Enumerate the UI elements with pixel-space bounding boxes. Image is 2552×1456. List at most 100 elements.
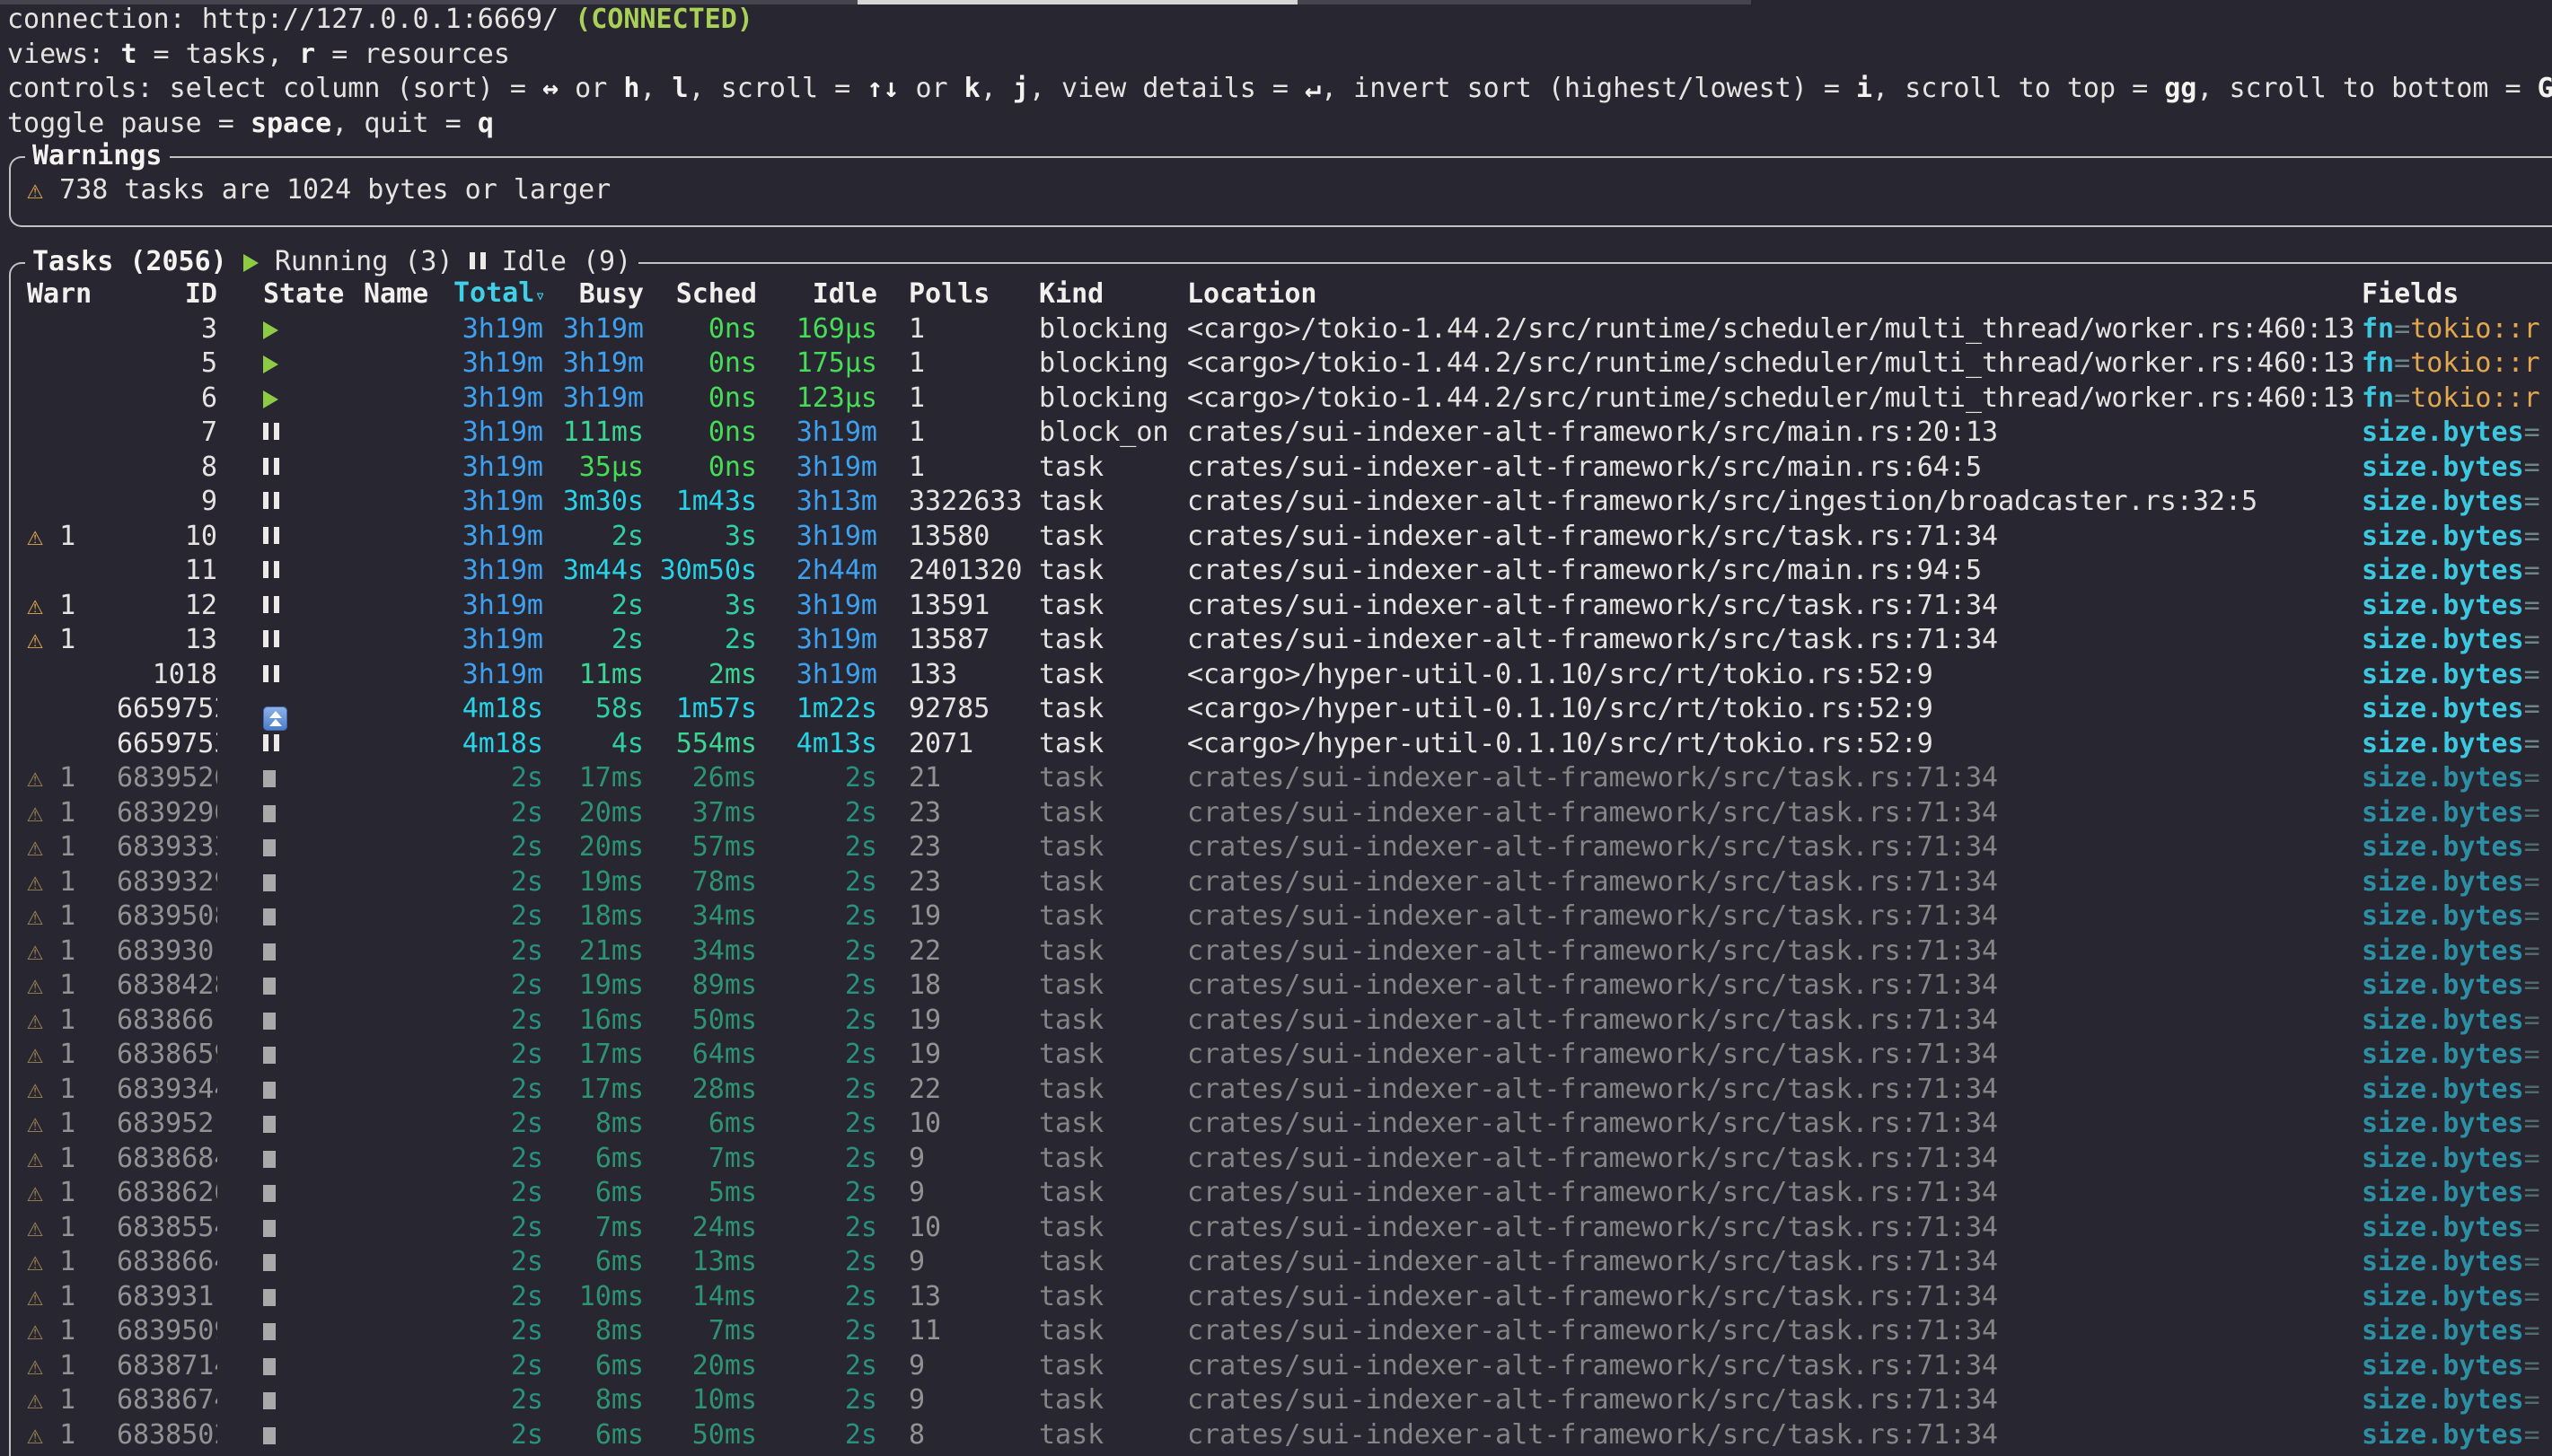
task-row[interactable]: ⚠ 168384282s19ms89ms2s18taskcrates/sui-i… bbox=[27, 969, 2552, 1004]
stop-square-icon bbox=[263, 943, 276, 960]
task-row[interactable]: 66597524m18s58s1m57s1m22s92785task<cargo… bbox=[27, 692, 2552, 727]
task-row[interactable]: ⚠ 1133h19m2s2s3h19m13587taskcrates/sui-i… bbox=[27, 623, 2552, 658]
cell-busy: 18ms bbox=[543, 899, 644, 934]
cell-sched: 57ms bbox=[644, 830, 757, 865]
cell-kind: task bbox=[1039, 658, 1187, 693]
duration-value: 3h19m bbox=[563, 313, 644, 345]
task-row[interactable]: 33h19m3h19m0ns169µs1blocking<cargo>/toki… bbox=[27, 312, 2552, 347]
play-icon bbox=[243, 254, 259, 272]
task-row[interactable]: 93h19m3m30s1m43s3h13m3322633taskcrates/s… bbox=[27, 485, 2552, 520]
text-segment: , scroll to bottom = bbox=[2196, 73, 2537, 104]
cell-sched: 26ms bbox=[644, 761, 757, 796]
cell-idle: 3h19m bbox=[757, 520, 877, 555]
warning-triangle-icon: ⚠ bbox=[27, 900, 59, 932]
task-row[interactable]: ⚠ 168386592s17ms64ms2s19taskcrates/sui-i… bbox=[27, 1038, 2552, 1073]
cell-total: 2s bbox=[453, 934, 543, 969]
cell-busy: 6ms bbox=[543, 1176, 644, 1211]
cell-polls: 2071 bbox=[877, 727, 1039, 762]
cell-busy: 16ms bbox=[543, 1004, 644, 1039]
cell-fields: size.bytes= bbox=[2362, 1314, 2552, 1349]
cell-id: 8 bbox=[117, 451, 217, 486]
task-row[interactable]: ⚠ 168386262s6ms5ms2s9taskcrates/sui-inde… bbox=[27, 1176, 2552, 1211]
task-row[interactable]: ⚠ 168392902s20ms37ms2s23taskcrates/sui-i… bbox=[27, 796, 2552, 831]
cell-id: 6838664 bbox=[117, 1245, 217, 1280]
field-value: tokio::r bbox=[2410, 313, 2540, 345]
duration-value: 4m18s bbox=[462, 693, 543, 724]
task-row[interactable]: ⚠ 168393292s19ms78ms2s23taskcrates/sui-i… bbox=[27, 865, 2552, 900]
column-header-name[interactable]: Name bbox=[364, 277, 453, 312]
cell-kind: task bbox=[1039, 1073, 1187, 1108]
task-row[interactable]: 113h19m3m44s30m50s2h44m2401320taskcrates… bbox=[27, 554, 2552, 589]
column-header-busy[interactable]: Busy bbox=[543, 277, 644, 312]
duration-value: 50ms bbox=[692, 1004, 757, 1036]
task-row[interactable]: ⚠ 168385022s6ms50ms2s8taskcrates/sui-ind… bbox=[27, 1418, 2552, 1453]
equals-sign: = bbox=[2524, 831, 2540, 863]
task-row[interactable]: ⚠ 168386642s6ms13ms2s9taskcrates/sui-ind… bbox=[27, 1245, 2552, 1280]
column-header-state[interactable]: State bbox=[217, 277, 364, 312]
task-row[interactable]: ⚠ 168393112s10ms14ms2s13taskcrates/sui-i… bbox=[27, 1280, 2552, 1315]
duration-value: 2s bbox=[511, 1419, 543, 1451]
column-header-polls[interactable]: Polls bbox=[877, 277, 1039, 312]
task-row[interactable]: ⚠ 168395092s8ms7ms2s11taskcrates/sui-ind… bbox=[27, 1314, 2552, 1349]
cell-state bbox=[217, 520, 364, 555]
task-row[interactable]: ⚠ 168387142s6ms20ms2s9taskcrates/sui-ind… bbox=[27, 1349, 2552, 1384]
cell-busy: 111ms bbox=[543, 416, 644, 451]
cell-warn: ⚠ 1 bbox=[27, 1142, 117, 1177]
duration-value: 3h19m bbox=[462, 521, 543, 552]
task-row[interactable]: 63h19m3h19m0ns123µs1blocking<cargo>/toki… bbox=[27, 382, 2552, 417]
field-key: size.bytes bbox=[2362, 1315, 2524, 1346]
cell-location: crates/sui-indexer-alt-framework/src/tas… bbox=[1187, 1280, 2362, 1315]
task-row[interactable]: 66597534m18s4s554ms4m13s2071task<cargo>/… bbox=[27, 727, 2552, 762]
equals-sign: = bbox=[2524, 900, 2540, 932]
task-row[interactable]: 73h19m111ms0ns3h19m1block_oncrates/sui-i… bbox=[27, 416, 2552, 451]
column-header-kind[interactable]: Kind bbox=[1039, 277, 1187, 312]
task-row[interactable]: 10183h19m11ms2ms3h19m133task<cargo>/hype… bbox=[27, 658, 2552, 693]
task-row[interactable]: ⚠ 168393012s21ms34ms2s22taskcrates/sui-i… bbox=[27, 934, 2552, 969]
connection-line: connection: http://127.0.0.1:6669/ (CONN… bbox=[7, 3, 2552, 38]
column-header-fields[interactable]: Fields bbox=[2362, 277, 2552, 312]
cell-fields: size.bytes= bbox=[2362, 485, 2552, 520]
task-row[interactable]: ⚠ 168393332s20ms57ms2s23taskcrates/sui-i… bbox=[27, 830, 2552, 865]
cell-state bbox=[217, 623, 364, 658]
cell-sched: 20ms bbox=[644, 1349, 757, 1384]
scrollbar-thumb[interactable] bbox=[858, 0, 1298, 4]
cell-fields: size.bytes= bbox=[2362, 865, 2552, 900]
column-header-total[interactable]: Total▿ bbox=[453, 276, 543, 313]
stop-square-icon bbox=[263, 908, 276, 925]
cell-kind: task bbox=[1039, 520, 1187, 555]
cell-idle: 2s bbox=[757, 934, 877, 969]
column-header-location[interactable]: Location bbox=[1187, 277, 2362, 312]
duration-value: 2s bbox=[612, 590, 644, 621]
column-header-id[interactable]: ID bbox=[117, 277, 217, 312]
text-segment: i bbox=[1856, 73, 1872, 104]
column-header-sched[interactable]: Sched bbox=[644, 277, 757, 312]
task-row[interactable]: 53h19m3h19m0ns175µs1blocking<cargo>/toki… bbox=[27, 346, 2552, 382]
cell-state bbox=[217, 1176, 364, 1211]
cell-busy: 4s bbox=[543, 727, 644, 762]
cell-idle: 175µs bbox=[757, 346, 877, 382]
task-row[interactable]: ⚠ 168393442s17ms28ms2s22taskcrates/sui-i… bbox=[27, 1073, 2552, 1108]
task-row[interactable]: 83h19m35µs0ns3h19m1taskcrates/sui-indexe… bbox=[27, 451, 2552, 486]
duration-value: 34ms bbox=[692, 900, 757, 932]
task-row[interactable]: ⚠ 168385542s7ms24ms2s10taskcrates/sui-in… bbox=[27, 1211, 2552, 1246]
task-row[interactable]: ⚠ 168395212s8ms6ms2s10taskcrates/sui-ind… bbox=[27, 1107, 2552, 1142]
task-row[interactable]: ⚠ 168386742s8ms10ms2s9taskcrates/sui-ind… bbox=[27, 1383, 2552, 1418]
task-row[interactable]: ⚠ 168395082s18ms34ms2s19taskcrates/sui-i… bbox=[27, 899, 2552, 934]
cell-total: 2s bbox=[453, 1176, 543, 1211]
cell-busy: 2s bbox=[543, 520, 644, 555]
task-row[interactable]: ⚠ 168395262s17ms26ms2s21taskcrates/sui-i… bbox=[27, 761, 2552, 796]
cell-polls: 9 bbox=[877, 1383, 1039, 1418]
field-key: size.bytes bbox=[2362, 969, 2524, 1001]
cell-id: 9 bbox=[117, 485, 217, 520]
column-header-idle[interactable]: Idle bbox=[757, 277, 877, 312]
column-header-warn[interactable]: Warn bbox=[27, 277, 117, 312]
text-segment: r bbox=[299, 39, 315, 70]
task-row[interactable]: ⚠ 168386612s16ms50ms2s19taskcrates/sui-i… bbox=[27, 1004, 2552, 1039]
duration-value: 20ms bbox=[579, 797, 644, 829]
cell-polls: 92785 bbox=[877, 692, 1039, 727]
duration-value: 17ms bbox=[579, 762, 644, 794]
task-row[interactable]: ⚠ 1123h19m2s3s3h19m13591taskcrates/sui-i… bbox=[27, 589, 2552, 624]
cell-fields: fn=tokio::r bbox=[2362, 346, 2552, 382]
task-row[interactable]: ⚠ 1103h19m2s3s3h19m13580taskcrates/sui-i… bbox=[27, 520, 2552, 555]
task-row[interactable]: ⚠ 168386842s6ms7ms2s9taskcrates/sui-inde… bbox=[27, 1142, 2552, 1177]
